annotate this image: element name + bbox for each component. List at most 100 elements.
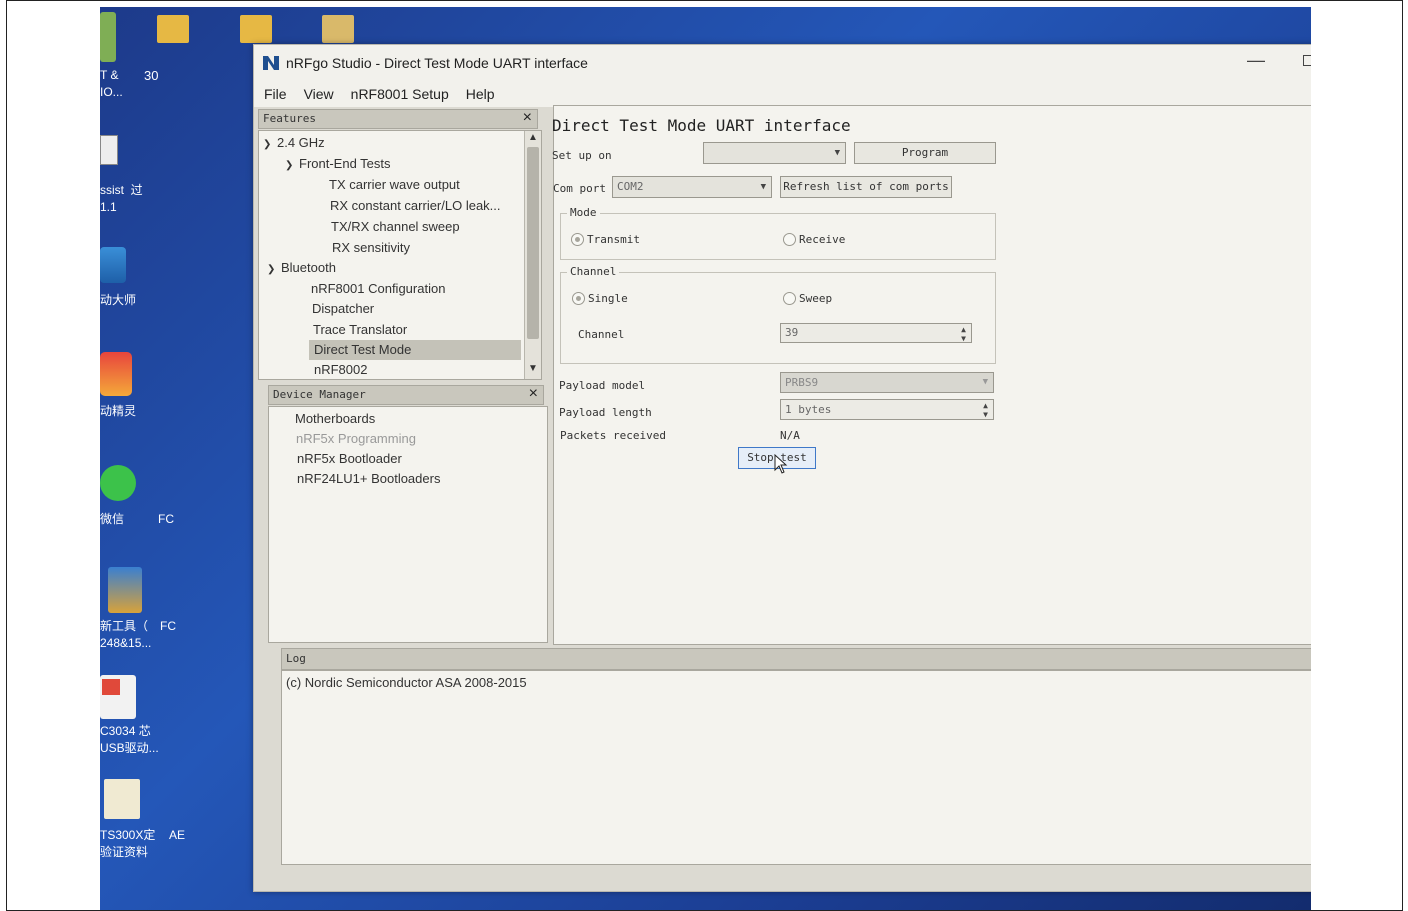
spinner-icon[interactable]: ▲ ▼ — [961, 325, 966, 343]
refresh-com-ports-button[interactable]: Refresh list of com ports — [780, 176, 952, 198]
tree-item-rx-sensitivity[interactable]: RX sensitivity — [332, 238, 410, 258]
tree-item-channel-sweep[interactable]: TX/RX channel sweep — [331, 217, 460, 237]
payload-model-select[interactable]: PRBS9 ▼ — [780, 372, 994, 393]
driver-app-icon[interactable] — [100, 247, 126, 283]
chevron-down-icon[interactable]: ❯ — [267, 260, 281, 280]
com-port-select[interactable]: COM2 ▼ — [612, 176, 772, 198]
desktop-icon-2[interactable]: ssist 过 1.1 — [100, 182, 160, 216]
wechat-icon[interactable] — [100, 465, 136, 501]
tree-item-dispatcher[interactable]: Dispatcher — [312, 299, 374, 319]
menu-help[interactable]: Help — [466, 86, 495, 102]
file-icon[interactable] — [104, 779, 140, 819]
device-item-label: nRF24LU1+ Bootloaders — [297, 471, 441, 486]
receive-radio[interactable] — [783, 233, 796, 246]
tree-item-bluetooth[interactable]: ❯ Bluetooth — [267, 258, 336, 278]
menu-view[interactable]: View — [304, 86, 334, 102]
desktop-icon-label: 新工具（ 248&15... — [100, 619, 152, 650]
folder-icon[interactable] — [240, 15, 272, 43]
desktop-icon-8[interactable]: TS300X定 验证资料 — [100, 827, 160, 861]
scroll-down-icon[interactable]: ▼ — [528, 363, 538, 374]
tree-item-label: nRF8002 — [314, 362, 368, 377]
tree-item-direct-test-mode[interactable]: Direct Test Mode — [309, 340, 521, 360]
sweep-label: Sweep — [799, 292, 833, 305]
tree-item-2-4ghz[interactable]: ❯ 2.4 GHz — [263, 133, 325, 153]
close-device-manager-icon[interactable]: × — [529, 385, 538, 403]
folder-icon[interactable] — [322, 15, 354, 43]
features-tree: ❯ 2.4 GHz ❯ Front-End Tests TX carrier wav… — [258, 130, 542, 380]
single-radio[interactable] — [572, 292, 585, 305]
dtm-title: Direct Test Mode UART interface — [552, 116, 851, 135]
device-item-nrf5x-bootloader[interactable]: nRF5x Bootloader — [297, 449, 402, 469]
desktop-partial-label: 30 — [144, 68, 159, 83]
tree-item-trace-translator[interactable]: Trace Translator — [313, 320, 407, 340]
desktop-background: T & IO... 30 ssist 过 1.1 动大师 动精灵 微信 FC 新… — [100, 7, 1311, 911]
dtm-panel: Direct Test Mode UART interface Set up o… — [552, 105, 1311, 645]
minimize-button[interactable]: — — [1231, 45, 1281, 75]
features-scrollbar[interactable]: ▲ ▼ — [524, 131, 541, 379]
com-port-value: COM2 — [617, 180, 644, 193]
maximize-icon — [1302, 54, 1311, 66]
tree-item-nrf8002[interactable]: nRF8002 — [314, 360, 368, 379]
log-title: Log — [286, 652, 306, 665]
wizard-app-icon[interactable] — [100, 352, 132, 396]
scroll-up-icon[interactable]: ▲ — [528, 132, 538, 143]
title-bar: nRFgo Studio - Direct Test Mode UART int… — [254, 45, 1311, 81]
desktop-icon-partial: FC — [160, 618, 220, 635]
archive-icon[interactable] — [108, 567, 142, 613]
menu-file[interactable]: File — [264, 86, 287, 102]
desktop-icon-3[interactable]: 动大师 — [100, 292, 160, 309]
nrfgo-logo-icon — [263, 56, 279, 70]
desktop-icon-4[interactable]: 动精灵 — [100, 403, 160, 420]
device-item-label: Motherboards — [295, 411, 376, 426]
tree-item-nrf8001-config[interactable]: nRF8001 Configuration — [311, 279, 445, 299]
pdf-icon[interactable] — [100, 675, 136, 719]
device-item-nrf24lu1-bootloaders[interactable]: nRF24LU1+ Bootloaders — [297, 469, 440, 489]
desktop-icon-partial: FC — [158, 511, 218, 528]
desktop-partial-label: FC — [160, 619, 176, 633]
desktop-partial-label: FC — [158, 512, 174, 526]
maximize-button[interactable] — [1283, 45, 1311, 75]
program-button[interactable]: Program — [854, 142, 996, 164]
dropdown-arrow-icon: ▼ — [982, 377, 988, 387]
chevron-down-icon[interactable]: ❯ — [285, 156, 299, 176]
setup-on-label: Set up on — [552, 149, 612, 162]
chevron-down-icon[interactable]: ❯ — [263, 135, 277, 155]
sweep-radio[interactable] — [783, 292, 796, 305]
transmit-radio[interactable] — [571, 233, 584, 246]
channel-spinbox[interactable]: 39 ▲ ▼ — [780, 323, 972, 343]
setup-on-select[interactable]: ▼ — [703, 142, 846, 164]
tree-item-rx-carrier[interactable]: RX constant carrier/LO leak... — [330, 196, 501, 216]
desktop-icon-7[interactable]: C3034 芯 USB驱动... — [100, 723, 160, 757]
spinner-icon[interactable]: ▲ ▼ — [983, 401, 988, 419]
device-item-motherboards[interactable]: Motherboards — [295, 409, 375, 429]
tree-item-tx-carrier[interactable]: TX carrier wave output — [329, 175, 460, 195]
desktop-icon-partial: 30 — [144, 67, 204, 84]
folder-icon[interactable] — [157, 15, 189, 43]
desktop-partial-label: AE — [169, 828, 186, 842]
device-item-nrf5x-programming[interactable]: nRF5x Programming — [296, 429, 416, 449]
mode-group: Mode Transmit Receive — [560, 206, 996, 260]
desktop-icon-6[interactable]: 新工具（ 248&15... — [100, 618, 160, 652]
menu-nrf8001-setup[interactable]: nRF8001 Setup — [351, 86, 449, 102]
packets-received-label: Packets received — [560, 429, 666, 442]
minimize-icon: — — [1247, 49, 1265, 70]
channel-label: Channel — [578, 328, 625, 341]
tree-item-label: RX sensitivity — [332, 240, 411, 255]
transmit-label: Transmit — [587, 233, 640, 246]
tree-item-front-end-tests[interactable]: ❯ Front-End Tests — [285, 154, 391, 174]
dropdown-arrow-icon: ▼ — [760, 182, 766, 192]
device-manager-header: Device Manager × — [268, 385, 544, 405]
document-icon[interactable] — [100, 135, 118, 165]
payload-length-label: Payload length — [559, 406, 652, 419]
desktop-icon-label: C3034 芯 USB驱动... — [100, 724, 159, 755]
tree-item-label: nRF8001 Configuration — [311, 281, 446, 296]
tree-item-label: RX constant carrier/LO leak... — [330, 198, 501, 213]
desktop-icon-5[interactable]: 微信 — [100, 511, 160, 528]
mouse-cursor-icon — [774, 454, 788, 474]
tree-item-label: Trace Translator — [313, 322, 408, 337]
close-features-icon[interactable]: × — [523, 109, 532, 127]
scroll-thumb[interactable] — [527, 147, 539, 339]
payload-length-spinbox[interactable]: 1 bytes ▲ ▼ — [780, 399, 994, 420]
desktop-icon-label: TS300X定 验证资料 — [100, 828, 156, 859]
app-icon[interactable] — [100, 12, 116, 62]
